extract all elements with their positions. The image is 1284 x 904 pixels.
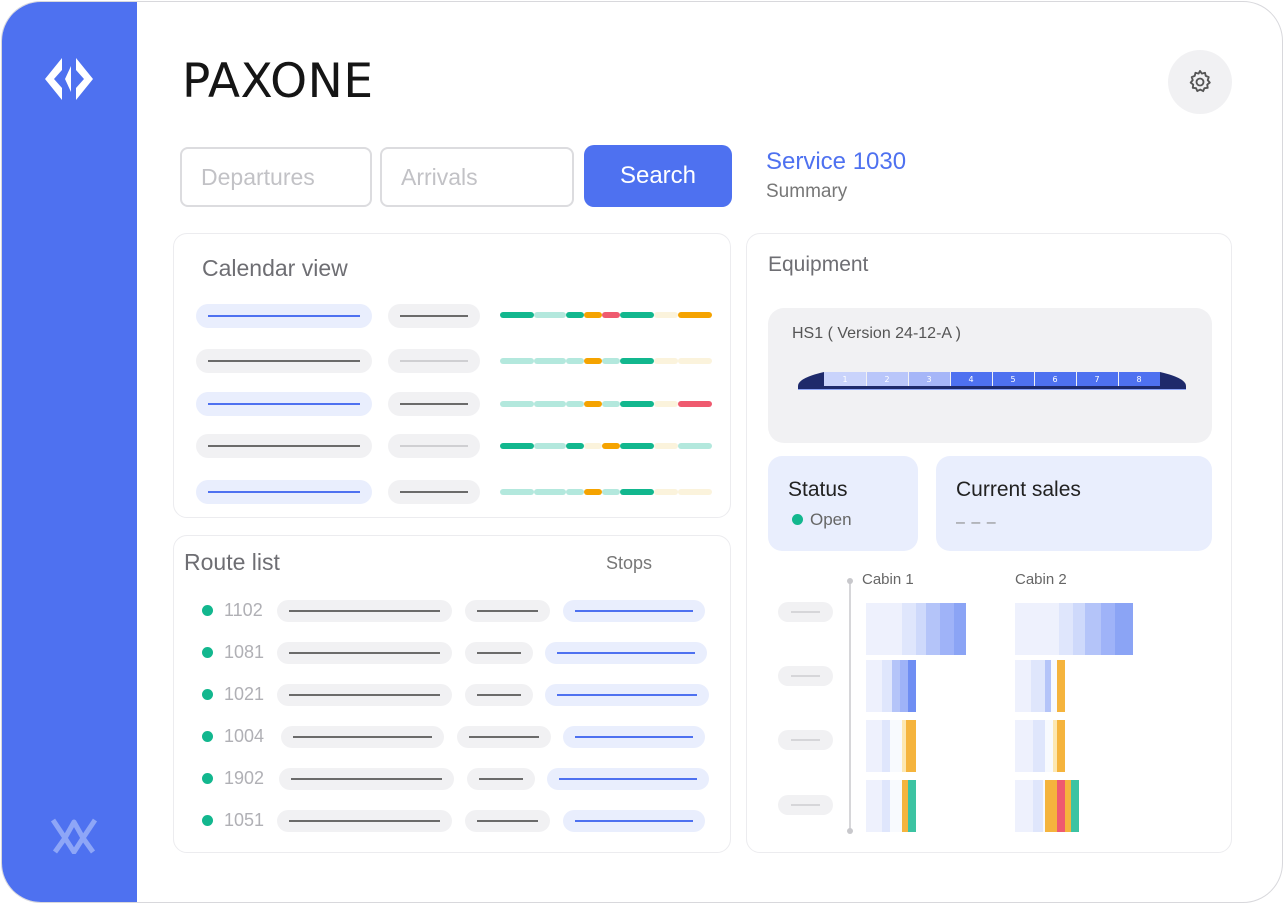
route-time-pill[interactable] — [465, 600, 550, 622]
app-logo-icon[interactable] — [40, 56, 98, 102]
route-id[interactable]: 1081 — [224, 642, 264, 663]
route-name-pill[interactable] — [277, 642, 452, 664]
route-name-pill[interactable] — [277, 600, 452, 622]
route-stops-pill[interactable] — [545, 642, 707, 664]
calendar-time-pill[interactable] — [388, 434, 480, 458]
calendar-card: Calendar view — [173, 233, 731, 518]
axis-end-dot — [847, 828, 853, 834]
train-car-label: 2 — [884, 375, 889, 384]
calendar-date-pill[interactable] — [196, 434, 372, 458]
segment-label-pill[interactable] — [778, 730, 833, 750]
cabin1-load-bar[interactable] — [866, 780, 916, 832]
service-title[interactable]: Service 1030 — [766, 148, 906, 176]
route-stops-pill[interactable] — [563, 726, 705, 748]
current-sales-card[interactable]: Current sales – – – — [936, 456, 1212, 551]
calendar-date-pill[interactable] — [196, 349, 372, 373]
app-title: PAXONE — [182, 54, 374, 109]
route-time-pill[interactable] — [465, 810, 550, 832]
calendar-timeline-bar[interactable] — [500, 489, 712, 495]
calendar-date-pill[interactable] — [196, 304, 372, 328]
route-id[interactable]: 1021 — [224, 684, 264, 705]
route-status-dot — [202, 773, 213, 784]
train-car-label: 7 — [1094, 375, 1099, 384]
calendar-time-pill[interactable] — [388, 480, 480, 504]
cabin2-label: Cabin 2 — [1015, 571, 1067, 588]
cabin1-label: Cabin 1 — [862, 571, 914, 588]
status-title: Status — [788, 478, 848, 501]
route-id[interactable]: 1051 — [224, 810, 264, 831]
train-car-label: 4 — [968, 375, 973, 384]
route-id[interactable]: 1004 — [224, 726, 264, 747]
calendar-timeline-bar[interactable] — [500, 358, 712, 364]
train-car-label: 3 — [926, 375, 931, 384]
brand-mark-icon — [51, 818, 97, 854]
equipment-title: Equipment — [768, 253, 869, 276]
calendar-title: Calendar view — [202, 255, 348, 281]
train-version-label: HS1 ( Version 24-12-A ) — [792, 325, 961, 342]
gear-icon — [1189, 69, 1211, 93]
segment-label-pill[interactable] — [778, 602, 833, 622]
route-status-dot — [202, 815, 213, 826]
stops-header: Stops — [606, 553, 653, 573]
calendar-timeline-bar[interactable] — [500, 443, 712, 449]
train-car-label: 5 — [1010, 375, 1015, 384]
train-car-label: 8 — [1136, 375, 1141, 384]
route-id[interactable]: 1102 — [224, 600, 263, 621]
app-window: PAXONE Departures Arrivals Search Servic… — [1, 1, 1283, 903]
route-status-dot — [202, 689, 213, 700]
current-sales-title: Current sales — [956, 478, 1081, 501]
route-name-pill[interactable] — [279, 768, 454, 790]
status-card[interactable]: Status Open — [768, 456, 918, 551]
calendar-time-pill[interactable] — [388, 304, 480, 328]
route-stops-pill[interactable] — [563, 600, 705, 622]
route-stops-pill[interactable] — [563, 810, 705, 832]
route-name-pill[interactable] — [281, 726, 444, 748]
arrivals-input[interactable]: Arrivals — [380, 147, 574, 207]
route-time-pill[interactable] — [465, 684, 533, 706]
route-stops-pill[interactable] — [545, 684, 709, 706]
current-sales-value: – – – — [956, 514, 997, 531]
status-value: Open — [810, 510, 852, 529]
cabin1-load-bar[interactable] — [866, 660, 916, 712]
cabin2-load-bar[interactable] — [1015, 720, 1065, 772]
route-status-dot — [202, 731, 213, 742]
cabin2-load-bar[interactable] — [1015, 603, 1133, 655]
calendar-timeline-bar[interactable] — [500, 401, 712, 407]
cabin2-load-bar[interactable] — [1015, 780, 1079, 832]
calendar-timeline-bar[interactable] — [500, 312, 712, 318]
route-time-pill[interactable] — [457, 726, 551, 748]
cabin1-load-bar[interactable] — [866, 720, 916, 772]
sidebar — [2, 2, 137, 902]
route-time-pill[interactable] — [467, 768, 535, 790]
search-button[interactable]: Search — [584, 145, 732, 207]
segment-label-pill[interactable] — [778, 666, 833, 686]
route-status-dot — [202, 605, 213, 616]
route-status-dot — [202, 647, 213, 658]
status-dot — [792, 514, 803, 525]
route-stops-pill[interactable] — [547, 768, 709, 790]
cabin1-load-bar[interactable] — [866, 603, 966, 655]
segment-label-pill[interactable] — [778, 795, 833, 815]
calendar-time-pill[interactable] — [388, 349, 480, 373]
calendar-time-pill[interactable] — [388, 392, 480, 416]
route-id[interactable]: 1902 — [224, 768, 264, 789]
calendar-date-pill[interactable] — [196, 392, 372, 416]
train-panel[interactable]: HS1 ( Version 24-12-A ) 1 2 3 4 5 6 7 8 — [768, 308, 1212, 443]
cabin2-load-bar[interactable] — [1015, 660, 1065, 712]
departures-input[interactable]: Departures — [180, 147, 372, 207]
train-icon: 1 2 3 4 5 6 7 8 — [798, 372, 1186, 390]
route-time-pill[interactable] — [465, 642, 533, 664]
chart-axis — [849, 580, 851, 832]
calendar-date-pill[interactable] — [196, 480, 372, 504]
axis-end-dot — [847, 578, 853, 584]
train-car-label: 1 — [842, 375, 847, 384]
route-name-pill[interactable] — [277, 810, 452, 832]
route-list-title: Route list — [184, 549, 280, 575]
route-name-pill[interactable] — [277, 684, 452, 706]
service-subtitle: Summary — [766, 181, 848, 202]
train-car-label: 6 — [1052, 375, 1057, 384]
settings-button[interactable] — [1168, 50, 1232, 114]
